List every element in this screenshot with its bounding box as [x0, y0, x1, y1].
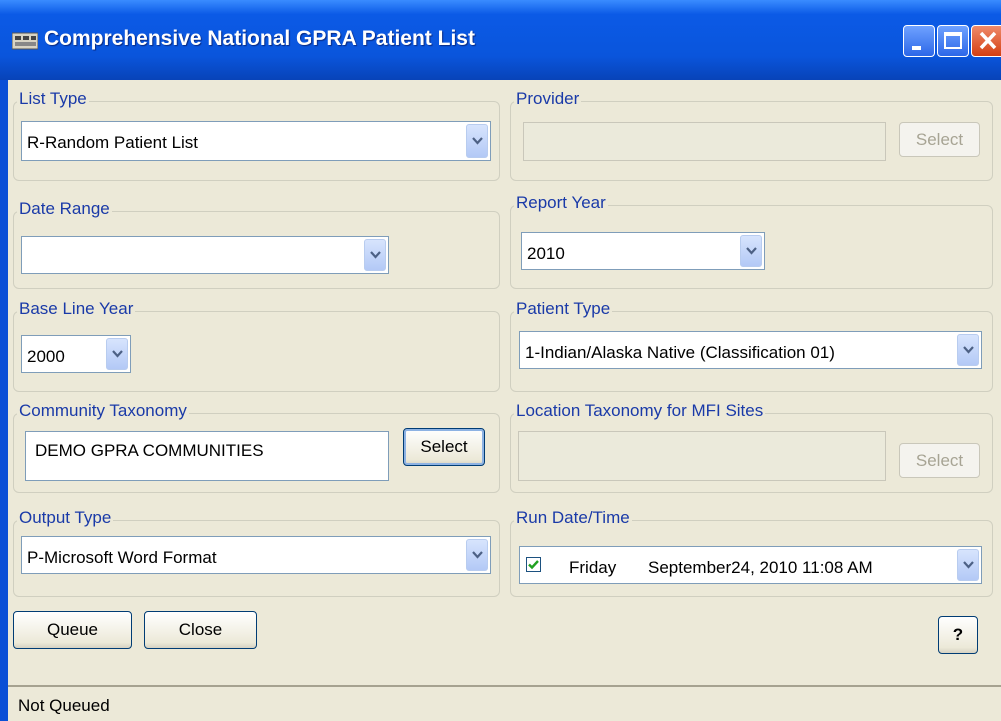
run-day: Friday	[569, 558, 617, 577]
patient-type-dropdown[interactable]: 1-Indian/Alaska Native (Classification 0…	[519, 331, 982, 369]
location-taxonomy-field[interactable]	[518, 431, 886, 481]
base-line-year-group: Base Line Year 2000	[13, 299, 500, 392]
patient-type-value: 1-Indian/Alaska Native (Classification 0…	[525, 343, 835, 362]
app-window: Comprehensive National GPRA Patient List…	[0, 0, 1001, 721]
status-bar: Not Queued	[8, 685, 1001, 721]
patient-type-group: Patient Type 1-Indian/Alaska Native (Cla…	[510, 299, 993, 392]
location-taxonomy-select-button[interactable]: Select	[899, 443, 980, 478]
provider-label: Provider	[514, 89, 582, 109]
minimize-icon	[912, 46, 921, 50]
chevron-down-icon[interactable]	[466, 539, 488, 571]
chevron-down-icon[interactable]	[957, 334, 979, 366]
chevron-down-icon[interactable]	[957, 549, 979, 581]
dialog-body: List Type R-Random Patient List Provider…	[8, 80, 1001, 685]
output-type-value: P-Microsoft Word Format	[27, 548, 217, 567]
chevron-down-icon[interactable]	[740, 235, 762, 267]
checkmark-icon	[528, 560, 539, 570]
date-range-label: Date Range	[17, 199, 112, 219]
run-datetime-group: Run Date/Time Friday September24, 2010 1…	[510, 508, 993, 597]
community-taxonomy-value: DEMO GPRA COMMUNITIES	[35, 441, 264, 460]
chevron-down-icon[interactable]	[466, 124, 488, 158]
run-datetime-value: September24, 2010 11:08 AM	[648, 558, 873, 577]
chevron-down-icon[interactable]	[106, 338, 128, 370]
close-icon	[979, 31, 997, 50]
base-line-year-label: Base Line Year	[17, 299, 136, 319]
date-range-group: Date Range	[13, 199, 500, 289]
community-taxonomy-label: Community Taxonomy	[17, 401, 189, 421]
output-type-label: Output Type	[17, 508, 114, 528]
close-window-button[interactable]	[971, 25, 1001, 57]
chevron-down-icon[interactable]	[364, 239, 386, 271]
maximize-button[interactable]	[937, 25, 969, 57]
status-text: Not Queued	[18, 696, 110, 715]
window-title: Comprehensive National GPRA Patient List	[44, 27, 475, 50]
base-line-year-dropdown[interactable]: 2000	[21, 335, 131, 373]
minimize-button[interactable]	[903, 25, 935, 57]
report-year-label: Report Year	[514, 193, 608, 213]
report-year-group: Report Year 2010	[510, 193, 993, 289]
maximize-icon	[944, 32, 962, 49]
title-bar[interactable]: Comprehensive National GPRA Patient List	[0, 0, 1001, 80]
location-taxonomy-label: Location Taxonomy for MFI Sites	[514, 401, 766, 421]
app-icon	[12, 32, 38, 50]
list-type-group: List Type R-Random Patient List	[13, 89, 500, 181]
list-type-dropdown[interactable]: R-Random Patient List	[21, 121, 491, 161]
help-button[interactable]: ?	[938, 616, 978, 654]
run-datetime-picker[interactable]: Friday September24, 2010 11:08 AM	[519, 546, 982, 584]
provider-field[interactable]	[523, 122, 886, 161]
community-taxonomy-group: Community Taxonomy DEMO GPRA COMMUNITIES…	[13, 401, 500, 493]
list-type-value: R-Random Patient List	[27, 133, 199, 152]
list-type-label: List Type	[17, 89, 89, 109]
base-line-year-value: 2000	[27, 347, 65, 366]
output-type-group: Output Type P-Microsoft Word Format	[13, 508, 500, 597]
output-type-dropdown[interactable]: P-Microsoft Word Format	[21, 536, 491, 574]
run-datetime-checkbox[interactable]	[526, 557, 541, 572]
date-range-dropdown[interactable]	[21, 236, 389, 274]
location-taxonomy-group: Location Taxonomy for MFI Sites Select	[510, 401, 993, 493]
queue-button[interactable]: Queue	[13, 611, 132, 649]
community-taxonomy-select-button[interactable]: Select	[403, 428, 485, 466]
patient-type-label: Patient Type	[514, 299, 613, 319]
provider-select-button[interactable]: Select	[899, 122, 980, 157]
provider-group: Provider Select	[510, 89, 993, 181]
community-taxonomy-field[interactable]: DEMO GPRA COMMUNITIES	[25, 431, 389, 481]
close-button[interactable]: Close	[144, 611, 257, 649]
run-datetime-label: Run Date/Time	[514, 508, 632, 528]
report-year-value: 2010	[527, 244, 565, 263]
report-year-dropdown[interactable]: 2010	[521, 232, 765, 270]
